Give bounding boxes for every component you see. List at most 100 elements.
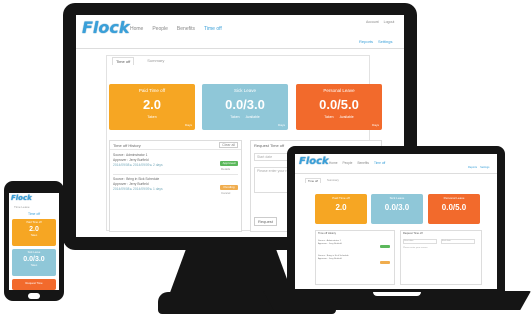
app-logo[interactable]: Flock: [299, 156, 329, 167]
request-title: Request Time off: [254, 143, 285, 148]
card-value: 2.0: [29, 226, 39, 233]
card-value: 0.0/3.0: [225, 97, 265, 112]
laptop-screen: Flock Home People Benefits Time off Repo…: [295, 154, 497, 289]
button-label: Request Time: [25, 281, 43, 285]
card-title: Sick Leave: [233, 88, 256, 93]
history-title: Time off History: [113, 143, 141, 148]
card-title: Paid Time off: [332, 196, 350, 200]
nav-time-off[interactable]: Time off: [374, 161, 385, 165]
card-sick-leave: Sick Leave 0.0/3.0 Taken: [12, 249, 56, 276]
nav-benefits[interactable]: Benefits: [357, 161, 369, 165]
card-paid-time-off: Paid Time off 2.0: [315, 194, 367, 224]
status-badge: Pending: [220, 185, 238, 190]
app-logo[interactable]: Flock: [11, 194, 32, 202]
status-badge: [380, 245, 390, 248]
monitor-stand: [168, 250, 294, 298]
card-sick-leave: Sick Leave 0.0/3.0 Taken Available Days: [202, 84, 288, 130]
card-subs: Taken Available: [202, 115, 288, 119]
header-divider: [76, 48, 404, 49]
status-badge: [380, 261, 390, 264]
logout-link[interactable]: Logout: [384, 20, 395, 24]
card-sub: Taken: [30, 264, 38, 267]
history-panel: Time off History Clear all Source : Admi…: [109, 140, 242, 232]
main-nav: Home People Benefits Time off: [130, 26, 222, 32]
settings-link[interactable]: Settings: [378, 39, 392, 44]
laptop-trackpad-notch: [373, 292, 421, 296]
entry-dates: 2014/09/08 ▸ 2014/09/09 ▸ 1 days: [113, 187, 163, 191]
card-title: Paid Time off: [138, 88, 166, 93]
card-value: 0.0/3.0: [23, 256, 45, 263]
header-divider: [295, 173, 497, 174]
divider: [110, 149, 241, 150]
reports-link[interactable]: Reports: [468, 166, 477, 169]
history-entry-2: Source : Bring in Sick Schedule Approver…: [318, 255, 349, 262]
devices-scene: Flock Home People Benefits Time off Acco…: [0, 0, 531, 321]
tab-summary[interactable]: Summary: [327, 178, 339, 183]
entry-note[interactable]: Cancel: [221, 191, 230, 195]
start-date-input[interactable]: Start date: [403, 239, 437, 244]
clear-all-button[interactable]: Clear all: [219, 142, 238, 148]
tabs: Time off Summary: [112, 57, 167, 65]
sub-links: Reports Settings: [359, 39, 392, 44]
nav-time-off[interactable]: Time off: [204, 26, 222, 32]
card-personal-leave: Personal Leave 0.0/5.0: [428, 194, 480, 224]
card-personal-leave: Personal Leave 0.0/5.0 Taken Available D…: [296, 84, 382, 130]
history-panel: Time off History Source : Adminstrator 1…: [315, 230, 395, 285]
card-value: 0.0/5.0: [441, 203, 467, 212]
sub-links: Reports Settings: [468, 166, 489, 169]
phone-menu-label[interactable]: Time Leave: [14, 205, 30, 209]
nav-home[interactable]: Home: [130, 26, 143, 32]
card-title: Sick Leave: [389, 196, 405, 200]
card-subs: Taken Available: [296, 115, 382, 119]
phone-screen: Flock Time Leave Time off Paid Time off …: [9, 193, 59, 290]
card-sub: Taken: [30, 234, 38, 237]
settings-link[interactable]: Settings: [480, 166, 489, 169]
card-value: 2.0: [142, 97, 162, 112]
history-entry-1: Source : Adminstrator 1 Approver : Jerry…: [318, 240, 342, 247]
card-sub: Taken: [147, 115, 157, 119]
reports-link[interactable]: Reports: [359, 39, 373, 44]
card-sub-taken: Taken: [230, 115, 240, 119]
request-button[interactable]: Request: [254, 217, 277, 226]
card-sick-leave: Sick Leave 0.0/3.0: [371, 194, 423, 224]
card-sub-available: Available: [245, 115, 260, 119]
top-right-links: Account Logout: [366, 20, 394, 24]
entry-approver: Approver : Jerry Burfield: [318, 258, 342, 261]
card-title: Paid Time off: [26, 221, 42, 224]
account-link[interactable]: Account: [366, 20, 379, 24]
main-nav: Home People Benefits Time off: [329, 161, 385, 165]
card-paid-time-off: Paid Time off 2.0 Taken: [12, 219, 56, 246]
status-badge: Approved: [220, 161, 238, 166]
nav-people[interactable]: People: [343, 161, 353, 165]
phone-home-button: [28, 293, 40, 299]
history-entry-1: Source : Adminstrator 1 Approver : Jerry…: [113, 153, 163, 168]
card-title: Personal Leave: [443, 196, 465, 200]
tabs: Time off Summary: [305, 178, 339, 183]
phone-request-button[interactable]: Request Time: [12, 279, 56, 290]
entry-note[interactable]: Details: [221, 167, 230, 171]
tab-time-off[interactable]: Time off: [112, 57, 135, 65]
phone-section-title: Time off: [27, 212, 41, 216]
reason-textarea[interactable]: Please enter your reason: [403, 247, 427, 249]
app-logo[interactable]: Flock: [82, 18, 130, 37]
card-paid-time-off: Paid Time off 2.0 Taken Days: [109, 84, 195, 130]
request-panel: Request Time off Start date End date Ple…: [400, 230, 482, 285]
card-corner: Days: [278, 123, 285, 127]
request-title: Request Time off: [403, 232, 423, 235]
card-title: Personal Leave: [323, 88, 355, 93]
divider: [113, 174, 238, 175]
tab-summary[interactable]: Summary: [144, 57, 167, 65]
card-value: 0.0/3.0: [384, 203, 410, 212]
tab-time-off[interactable]: Time off: [305, 178, 321, 183]
card-value: 0.0/5.0: [319, 97, 359, 112]
card-title: Sick Leave: [27, 251, 41, 254]
card-sub-available: Available: [339, 115, 354, 119]
entry-dates: 2014/09/08 ▸ 2014/09/09 ▸ 2 days: [113, 163, 163, 167]
card-corner: Days: [185, 123, 192, 127]
nav-benefits[interactable]: Benefits: [177, 26, 195, 32]
nav-people[interactable]: People: [152, 26, 168, 32]
nav-home[interactable]: Home: [329, 161, 338, 165]
end-date-input[interactable]: End date: [441, 239, 475, 244]
card-value: 2.0: [335, 203, 347, 212]
card-corner: Days: [372, 123, 379, 127]
